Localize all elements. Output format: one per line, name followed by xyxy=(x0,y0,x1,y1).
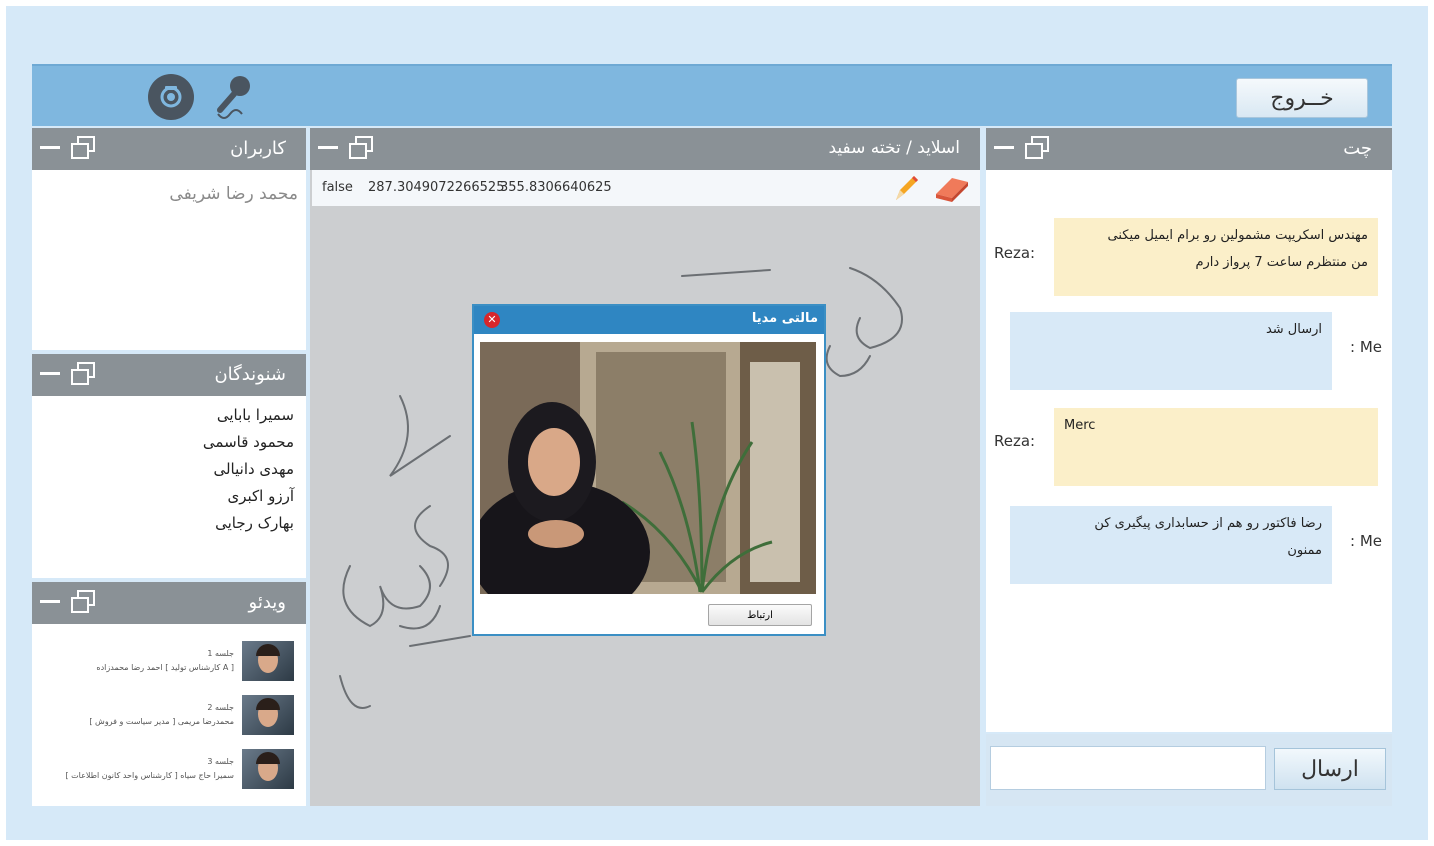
message-sender: Reza: xyxy=(994,244,1036,262)
minimize-icon[interactable] xyxy=(40,599,60,603)
list-item[interactable]: مهدی دانیالی xyxy=(32,456,294,483)
dialog-title: مالتی مدیا xyxy=(751,311,818,326)
draw-flag: false xyxy=(322,180,353,195)
video-item[interactable]: جلسه 2 محمدرضا مریمی [ مدیر سیاست و فروش… xyxy=(32,688,294,742)
users-panel: کاربران محمد رضا شریفی xyxy=(32,128,306,350)
video-thumbnail[interactable] xyxy=(242,695,294,735)
video-item-desc: محمدرضا مریمی [ مدیر سیاست و فروش ] xyxy=(89,717,234,726)
microphone-icon[interactable] xyxy=(210,72,254,124)
users-panel-header: کاربران xyxy=(32,128,306,170)
chat-input[interactable] xyxy=(990,746,1266,790)
listeners-panel-title: شنوندگان xyxy=(214,364,286,385)
camera-icon[interactable] xyxy=(148,74,194,120)
current-user-name[interactable]: محمد رضا شریفی xyxy=(32,170,306,204)
dialog-titlebar: ✕ مالتی مدیا xyxy=(474,306,824,334)
close-icon[interactable]: ✕ xyxy=(484,312,500,328)
pencil-icon[interactable] xyxy=(890,172,922,204)
video-item-desc: احمد رضا محمدزاده [ کارشناس تولید A ] xyxy=(96,663,234,672)
list-item[interactable]: سمیرا بابایی xyxy=(32,402,294,429)
multimedia-dialog: ✕ مالتی مدیا ارتباط xyxy=(472,304,826,636)
video-panel-title: ویدئو xyxy=(248,592,286,613)
message-sender: Reza: xyxy=(994,432,1036,450)
video-panel: ویدئو جلسه 1 احمد رضا محمدزاده [ کارشناس… xyxy=(32,582,306,806)
cursor-x: 287.3049072266525 xyxy=(368,180,505,195)
restore-icon[interactable] xyxy=(70,362,95,385)
users-panel-title: کاربران xyxy=(230,138,286,159)
top-toolbar: خــروج xyxy=(32,64,1392,126)
minimize-icon[interactable] xyxy=(994,145,1014,149)
minimize-icon[interactable] xyxy=(318,145,338,149)
send-button[interactable]: ارسال xyxy=(1274,748,1386,790)
listeners-panel-header: شنوندگان xyxy=(32,354,306,396)
video-list: جلسه 1 احمد رضا محمدزاده [ کارشناس تولید… xyxy=(32,624,306,796)
chat-panel-title: چت xyxy=(1343,138,1372,159)
chat-message: مهندس اسکریپت مشمولین رو برام ایمیل میکن… xyxy=(1054,218,1378,296)
restore-icon[interactable] xyxy=(1024,136,1049,159)
connect-button[interactable]: ارتباط xyxy=(708,604,812,626)
chat-messages: Reza: مهندس اسکریپت مشمولین رو برام ایمی… xyxy=(986,170,1392,732)
exit-button[interactable]: خــروج xyxy=(1236,78,1368,118)
video-item[interactable]: جلسه 3 سمیرا حاج سیاه [ کارشناس واحد کان… xyxy=(32,742,294,796)
list-item[interactable]: بهارک رجایی xyxy=(32,510,294,537)
whiteboard-toolbar: false 287.3049072266525 355.8306640625 xyxy=(312,170,980,206)
video-item-title: جلسه 1 xyxy=(207,649,234,658)
video-thumbnail[interactable] xyxy=(242,641,294,681)
message-sender: : Me xyxy=(1350,532,1382,550)
video-item-desc: سمیرا حاج سیاه [ کارشناس واحد کانون اطلا… xyxy=(65,771,234,780)
restore-icon[interactable] xyxy=(70,136,95,159)
minimize-icon[interactable] xyxy=(40,371,60,375)
video-item-title: جلسه 2 xyxy=(207,703,234,712)
video-thumbnail[interactable] xyxy=(242,749,294,789)
video-item[interactable]: جلسه 1 احمد رضا محمدزاده [ کارشناس تولید… xyxy=(32,634,294,688)
chat-message: رضا فاکتور رو هم از حسابداری پیگیری کن م… xyxy=(1010,506,1332,584)
whiteboard-panel-title: اسلاید / تخته سفید xyxy=(828,138,960,158)
restore-icon[interactable] xyxy=(70,590,95,613)
chat-panel: چت Reza: مهندس اسکریپت مشمولین رو برام ا… xyxy=(986,128,1392,732)
cursor-y: 355.8306640625 xyxy=(500,180,612,195)
message-sender: : Me xyxy=(1350,338,1382,356)
eraser-icon[interactable] xyxy=(932,172,972,204)
whiteboard-panel-header: اسلاید / تخته سفید xyxy=(310,128,980,170)
list-item[interactable]: آرزو اکبری xyxy=(32,483,294,510)
chat-message: Merc xyxy=(1054,408,1378,486)
webcam-video xyxy=(480,342,816,594)
chat-message: ارسال شد xyxy=(1010,312,1332,390)
listeners-list: سمیرا بابایی محمود قاسمی مهدی دانیالی آر… xyxy=(32,396,306,537)
chat-compose-bar: ارسال xyxy=(986,734,1392,806)
list-item[interactable]: محمود قاسمی xyxy=(32,429,294,456)
minimize-icon[interactable] xyxy=(40,145,60,149)
restore-icon[interactable] xyxy=(348,136,373,159)
video-panel-header: ویدئو xyxy=(32,582,306,624)
listeners-panel: شنوندگان سمیرا بابایی محمود قاسمی مهدی د… xyxy=(32,354,306,578)
chat-panel-header: چت xyxy=(986,128,1392,170)
video-item-title: جلسه 3 xyxy=(207,757,234,766)
